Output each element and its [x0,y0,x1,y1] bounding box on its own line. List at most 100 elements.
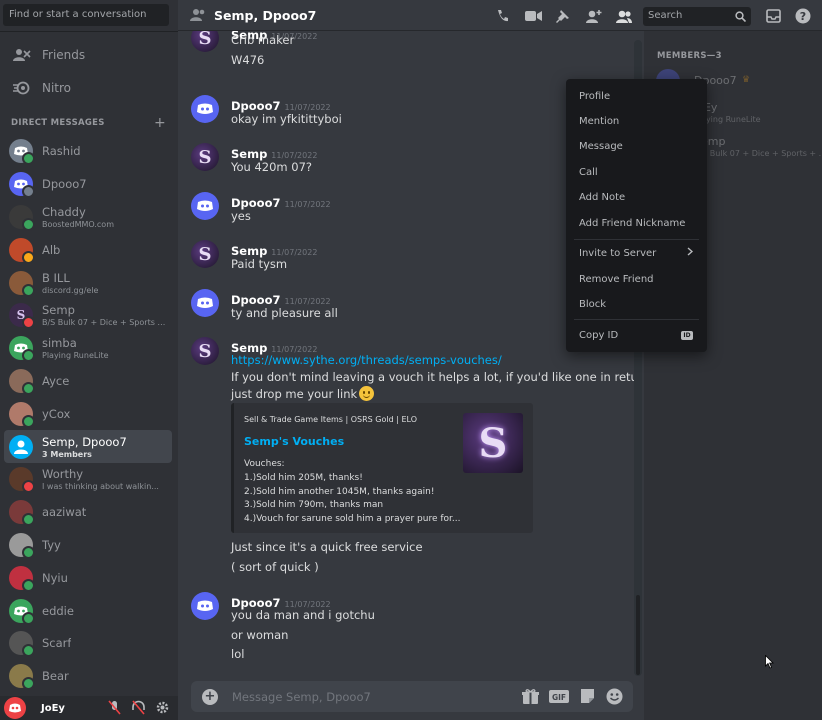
nav-nitro[interactable]: Nitro [8,73,168,103]
header-icons: Search ? [493,6,822,26]
author-name[interactable]: Dpooo7 [231,99,280,113]
dm-item[interactable]: B ILL discord.gg/ele [4,266,172,299]
dm-item[interactable]: S Semp B/S Bulk 07 + Dice + Sports + ... [4,299,172,332]
author-avatar[interactable]: S [191,143,219,171]
search-input[interactable]: Search [643,6,751,26]
add-member-icon[interactable] [583,6,603,26]
dm-avatar [9,664,35,691]
message-text-content: You 420m 07? [231,160,313,174]
menu-item-remove-friend[interactable]: Remove Friend [572,268,701,290]
dm-text: Semp, Dpooo7 3 Members [42,435,168,459]
author-name[interactable]: Dpooo7 [231,293,280,307]
dm-item[interactable]: Tyy [4,529,172,562]
dm-subtext: BoostedMMO.com [42,219,114,229]
deafen-icon[interactable] [131,700,146,719]
embed-thumbnail[interactable]: S [463,413,523,473]
dm-item[interactable]: Dpooo7 [4,168,172,201]
author-name[interactable]: Semp [231,147,267,161]
dm-name: B ILL [42,270,70,285]
dm-item[interactable]: Alb [4,233,172,266]
pin-icon[interactable] [553,6,573,26]
dm-name: simba [42,336,77,351]
embed-title[interactable]: Semp's Vouches [244,435,344,448]
dm-item[interactable]: aaziwat [4,496,172,529]
dm-item[interactable]: Worthy I was thinking about walkin... [4,463,172,496]
message-text-content: you da man and i gotchu [231,608,375,622]
author-avatar[interactable]: S [191,31,219,52]
author-avatar[interactable]: S [191,240,219,268]
menu-item-profile[interactable]: Profile [572,85,701,107]
dm-item[interactable]: yCox [4,397,172,430]
menu-item-add-friend-nickname[interactable]: Add Friend Nickname [572,212,701,234]
dm-item[interactable]: eddie [4,594,172,627]
author-avatar[interactable]: S [191,337,219,365]
menu-item-label: Invite to Server [579,247,657,259]
message-composer[interactable]: + Message Semp, Dpooo7 GIF [191,681,633,712]
status-indicator [22,316,35,330]
nav-friends[interactable]: Friends [8,40,168,70]
members-icon[interactable] [613,6,633,26]
dm-text: Ayce [42,374,69,388]
gif-icon[interactable]: GIF [549,688,569,709]
settings-gear-icon[interactable] [155,700,170,719]
dm-item[interactable]: Scarf [4,627,172,660]
smile-emoji-icon [359,386,375,401]
discord-window: Find or start a conversation Friends Nit… [0,0,822,720]
dm-name: eddie [42,603,74,618]
plus-icon[interactable]: + [154,116,166,130]
status-indicator [22,250,35,264]
mouse-cursor-icon [765,654,774,673]
scroll-thumb[interactable] [636,595,640,675]
dm-item[interactable]: Chaddy BoostedMMO.com [4,201,172,234]
author-avatar[interactable] [191,192,219,220]
user-avatar[interactable] [4,697,26,719]
dm-item[interactable]: simba Playing RuneLite [4,332,172,365]
dm-name: aaziwat [42,505,87,520]
menu-item-call[interactable]: Call [572,161,701,183]
status-indicator [22,185,35,199]
dm-item[interactable]: Rashid [4,135,172,168]
message-text-content: W476 [231,53,265,67]
sticker-icon[interactable] [579,688,596,709]
search-wrap: Find or start a conversation [0,0,178,32]
message-text: or woman [231,628,288,642]
message-text-content: Crib maker [231,33,295,47]
author-name[interactable]: Semp [231,244,267,258]
menu-item-mention[interactable]: Mention [572,110,701,132]
help-icon[interactable]: ? [793,6,813,26]
member-activity: B/S Bulk 07 + Dice + Sports + ... [694,149,822,158]
author-avatar[interactable] [191,95,219,123]
menu-item-invite-to-server[interactable]: Invite to Server [572,242,701,264]
mute-icon[interactable] [107,700,122,719]
dm-item[interactable]: Semp, Dpooo7 3 Members [4,430,172,463]
dm-avatar [9,532,35,559]
status-indicator [22,349,35,363]
status-indicator [22,381,35,395]
call-icon[interactable] [493,6,513,26]
inbox-icon[interactable] [763,6,783,26]
dm-text: Alb [42,243,60,257]
dm-name: Semp, Dpooo7 [42,434,127,449]
group-dm-icon [190,8,206,22]
dm-text: aaziwat [42,505,86,519]
author-avatar[interactable] [191,289,219,317]
menu-separator [574,239,699,240]
find-conversation-input[interactable]: Find or start a conversation [3,4,169,26]
menu-item-add-note[interactable]: Add Note [572,186,701,208]
upload-plus-icon[interactable]: + [202,688,218,705]
message-text-content: yes [231,209,251,223]
menu-item-block[interactable]: Block [572,293,701,315]
author-name[interactable]: Dpooo7 [231,196,280,210]
video-icon[interactable] [523,6,543,26]
dm-item[interactable]: Nyiu [4,561,172,594]
message-input[interactable]: Message Semp, Dpooo7 [232,690,371,704]
menu-item-copy-id[interactable]: Copy ID ID [572,324,701,346]
menu-item-message[interactable]: Message [572,135,701,157]
gift-icon[interactable] [522,688,539,709]
message-link[interactable]: https://www.sythe.org/threads/semps-vouc… [231,353,502,367]
emoji-icon[interactable] [606,688,623,709]
embed-line: 3.)Sold him 790m, thanks man [244,500,384,510]
author-avatar[interactable] [191,592,219,620]
dm-item[interactable]: Bear [4,660,172,693]
dm-item[interactable]: Ayce [4,365,172,398]
